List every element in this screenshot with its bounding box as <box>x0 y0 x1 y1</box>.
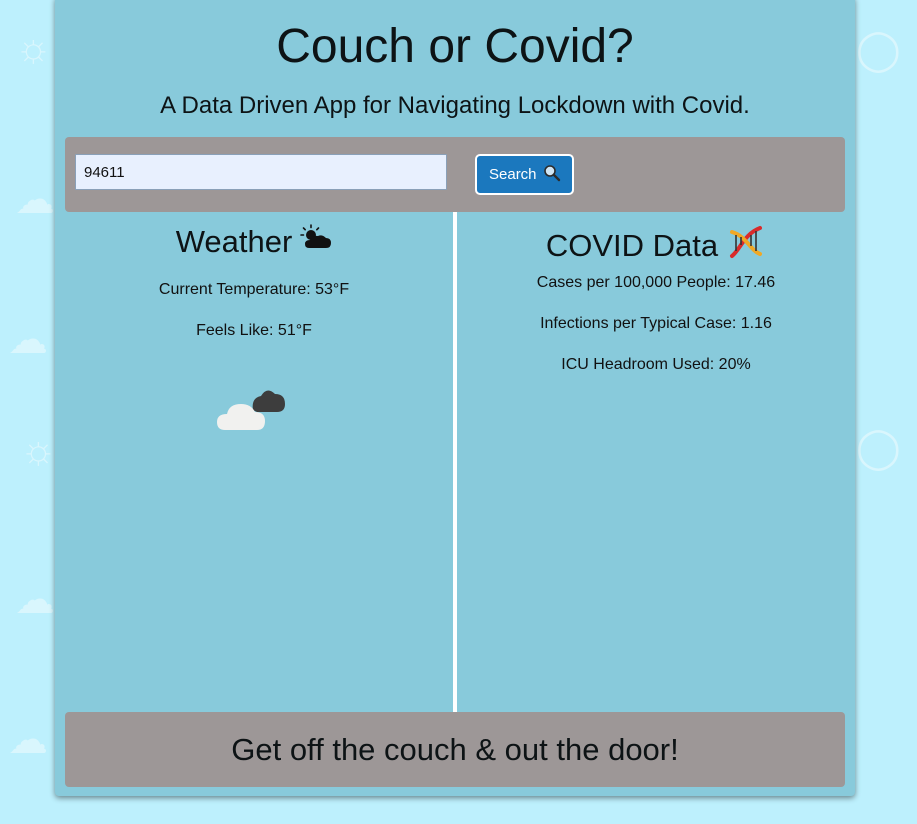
background-weather-icon: ☼ <box>20 428 57 472</box>
background-weather-icon: ◯ <box>856 28 901 72</box>
background-weather-icon: ☁ <box>15 578 55 622</box>
recommendation-text: Get off the couch & out the door! <box>231 731 679 767</box>
background-weather-icon: ☼ <box>15 26 52 70</box>
magnifier-icon <box>543 164 561 186</box>
recommendation-banner: Get off the couch & out the door! <box>65 712 845 787</box>
search-bar: Search <box>65 137 845 212</box>
app-panel: Couch or Covid? A Data Driven App for Na… <box>55 0 855 796</box>
icu-headroom: ICU Headroom Used: 20% <box>561 356 751 373</box>
weather-heading: Weather <box>55 224 453 260</box>
weather-title: Weather <box>175 224 293 259</box>
infection-rate: Infections per Typical Case: 1.16 <box>540 315 772 332</box>
current-temperature: Current Temperature: 53°F <box>158 281 350 298</box>
covid-heading: COVID Data <box>457 224 855 268</box>
background-weather-icon: ◯ <box>856 426 901 470</box>
search-button-label: Search <box>489 166 537 183</box>
page-title: Couch or Covid? <box>276 20 634 73</box>
page-subtitle: A Data Driven App for Navigating Lockdow… <box>160 92 750 119</box>
covid-title: COVID Data <box>545 228 719 263</box>
dna-icon <box>726 224 766 268</box>
background-weather-icon: ☁ <box>8 718 48 762</box>
zip-search-input[interactable] <box>75 154 447 190</box>
sun-behind-cloud-icon <box>300 224 332 260</box>
search-button[interactable]: Search <box>475 154 574 195</box>
background-weather-icon: ☁ <box>8 318 48 362</box>
background-weather-icon: ☁ <box>15 178 55 222</box>
cloudy-icon <box>215 384 287 437</box>
feels-like-temperature: Feels Like: 51°F <box>196 322 312 339</box>
cases-per-100k: Cases per 100,000 People: 17.46 <box>536 274 776 291</box>
